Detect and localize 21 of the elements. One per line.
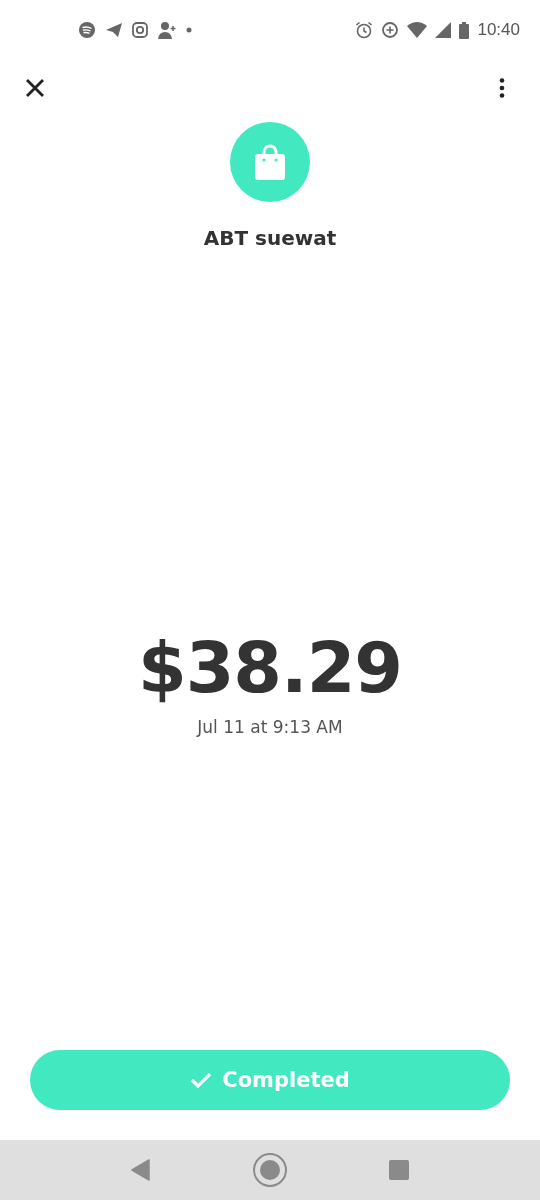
back-icon[interactable] — [130, 1159, 151, 1181]
add-person-icon — [157, 21, 177, 39]
dot-icon — [186, 27, 192, 33]
merchant-name: ABT suewat — [203, 226, 337, 250]
home-icon[interactable] — [252, 1152, 288, 1188]
completed-button[interactable]: Completed — [30, 1050, 510, 1110]
wifi-icon — [407, 22, 428, 38]
shopping-bag-icon — [254, 144, 286, 180]
payment-amount: $38.29 — [137, 633, 403, 703]
music-app-icon — [78, 21, 96, 39]
signal-icon — [435, 22, 452, 38]
battery-icon — [459, 21, 470, 39]
check-icon — [190, 1071, 213, 1089]
close-icon[interactable] — [25, 78, 45, 98]
alarm-icon — [355, 21, 374, 39]
payment-date: Jul 11 at 9:13 AM — [197, 717, 343, 737]
more-options-icon[interactable] — [499, 78, 505, 98]
recents-icon[interactable] — [389, 1160, 410, 1180]
paper-plane-icon — [105, 22, 123, 38]
camera-icon — [132, 22, 148, 38]
clock-time: 10:40 — [477, 20, 520, 40]
